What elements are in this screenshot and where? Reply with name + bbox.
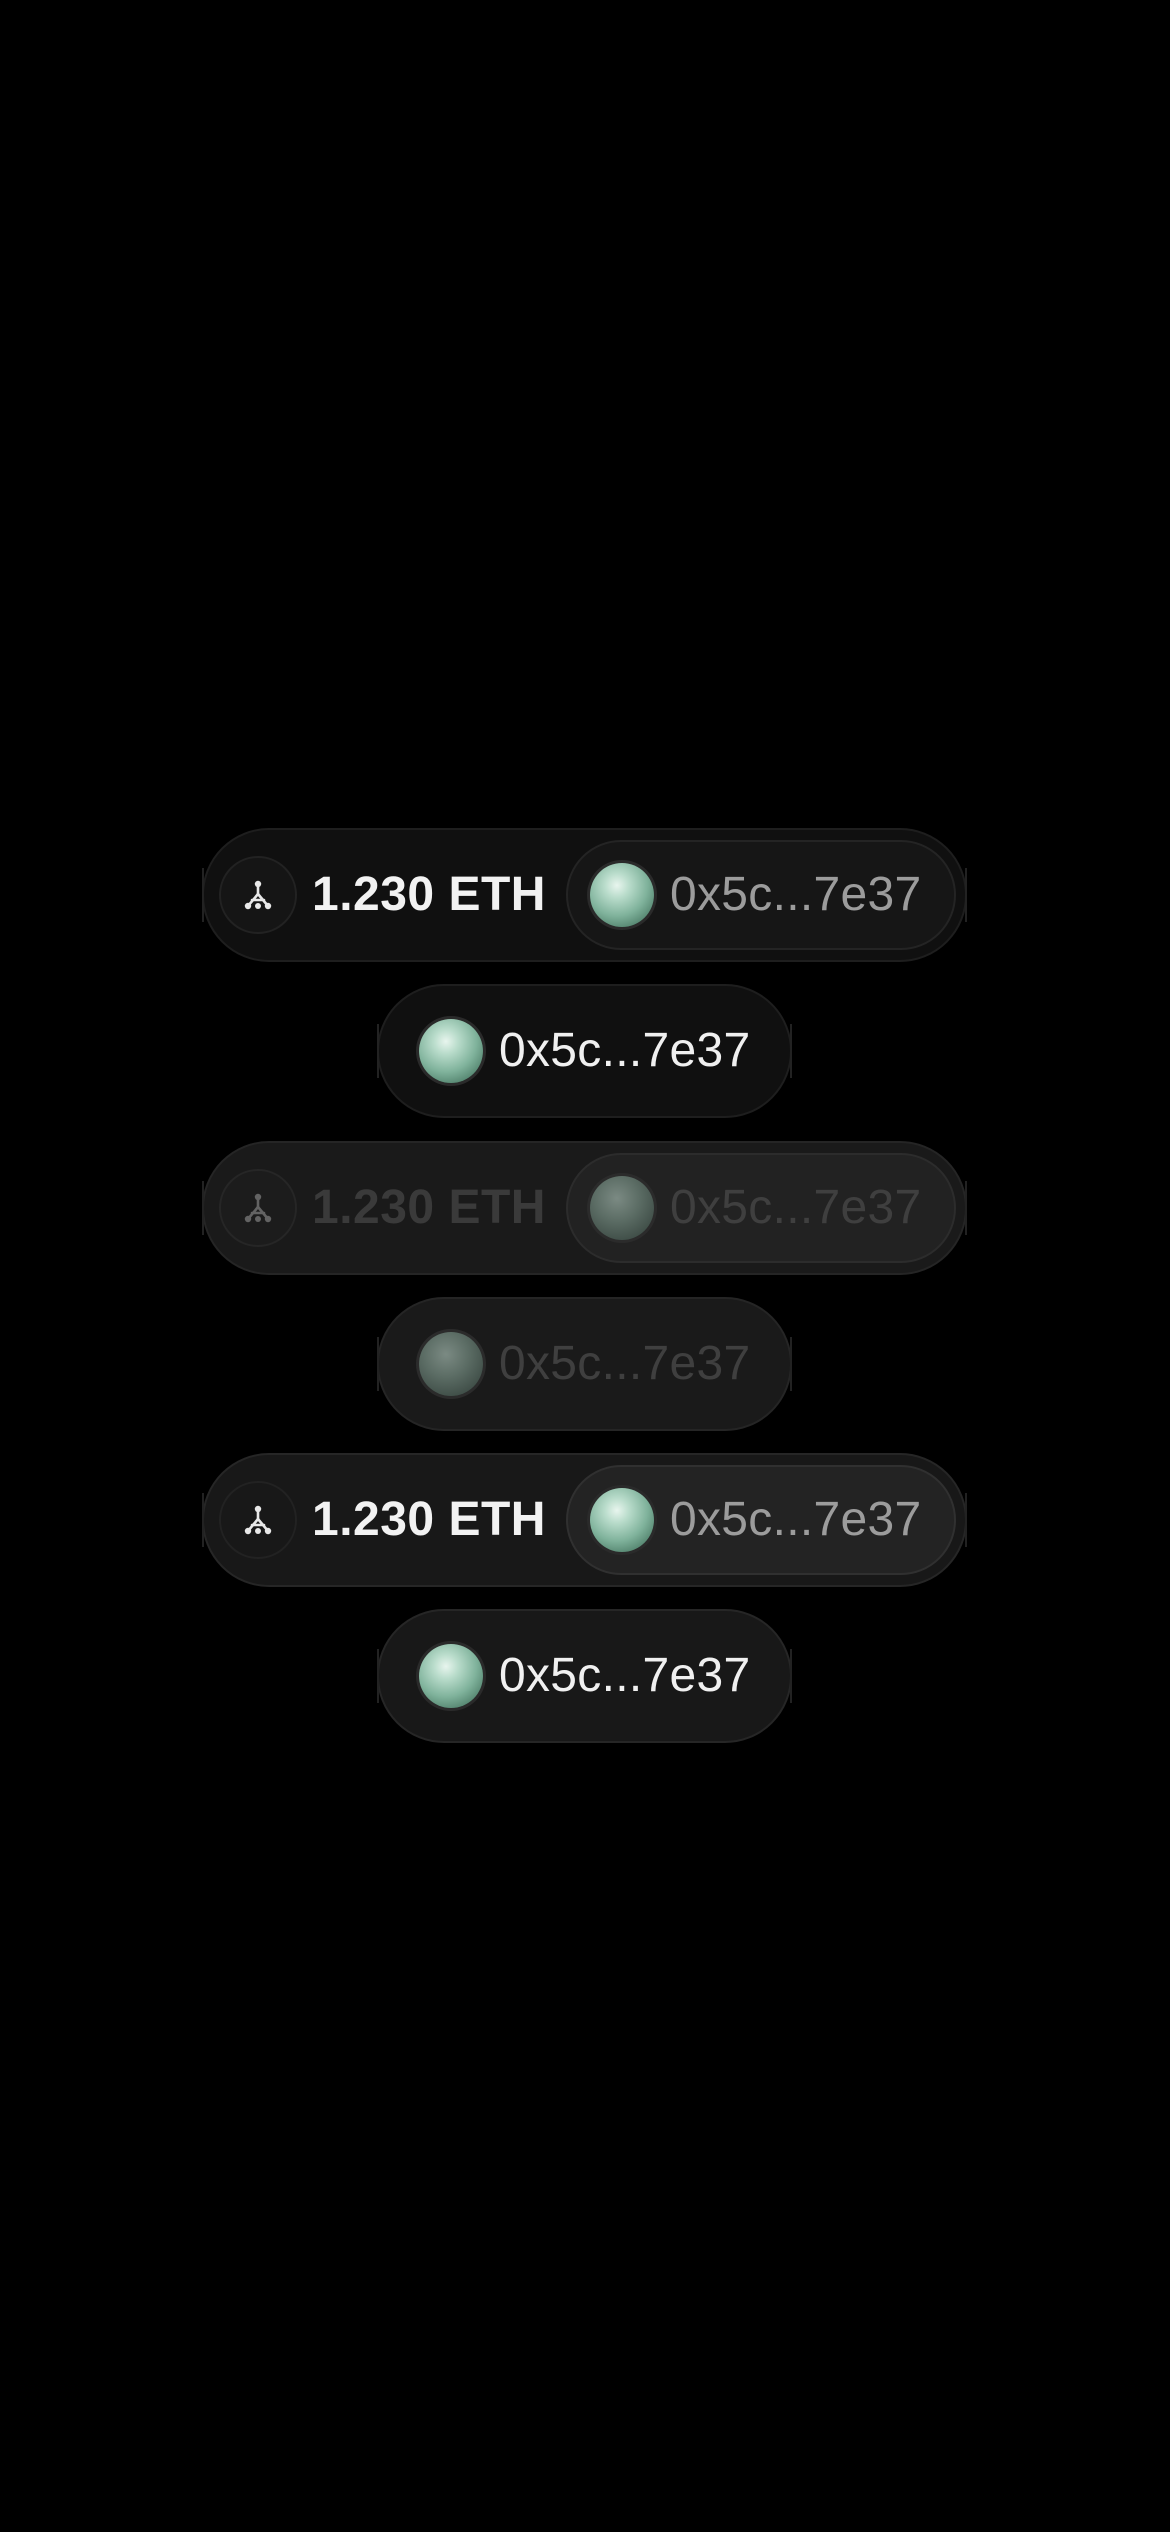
address-pill-hover[interactable]: 0x5c...7e37 bbox=[377, 1609, 792, 1743]
wallet-widget-states: 1.230 ETH 0x5c...7e37 0x5c...7e37 1.230 … bbox=[0, 0, 1170, 2532]
eth-network-icon bbox=[219, 1169, 297, 1247]
wallet-address: 0x5c...7e37 bbox=[499, 1337, 751, 1390]
eth-network-icon bbox=[219, 856, 297, 934]
address-pill-disabled: 0x5c...7e37 bbox=[377, 1297, 792, 1431]
wallet-avatar bbox=[419, 1332, 483, 1396]
wallet-avatar bbox=[590, 1488, 654, 1552]
wallet-address: 0x5c...7e37 bbox=[670, 868, 922, 921]
wallet-avatar bbox=[590, 1176, 654, 1240]
wallet-avatar bbox=[590, 863, 654, 927]
address-chip[interactable]: 0x5c...7e37 bbox=[566, 840, 956, 950]
wallet-pill-default[interactable]: 1.230 ETH 0x5c...7e37 bbox=[202, 828, 967, 962]
wallet-address: 0x5c...7e37 bbox=[499, 1649, 751, 1702]
wallet-pill-disabled: 1.230 ETH 0x5c...7e37 bbox=[202, 1141, 967, 1275]
wallet-address: 0x5c...7e37 bbox=[670, 1493, 922, 1546]
wallet-pill-hover[interactable]: 1.230 ETH 0x5c...7e37 bbox=[202, 1453, 967, 1587]
eth-balance: 1.230 ETH bbox=[312, 1181, 546, 1234]
address-chip[interactable]: 0x5c...7e37 bbox=[566, 1465, 956, 1575]
eth-balance: 1.230 ETH bbox=[312, 868, 546, 921]
wallet-address: 0x5c...7e37 bbox=[670, 1181, 922, 1234]
wallet-avatar bbox=[419, 1644, 483, 1708]
address-chip: 0x5c...7e37 bbox=[566, 1153, 956, 1263]
wallet-avatar bbox=[419, 1019, 483, 1083]
wallet-address: 0x5c...7e37 bbox=[499, 1024, 751, 1077]
eth-network-icon bbox=[219, 1481, 297, 1559]
address-pill-default[interactable]: 0x5c...7e37 bbox=[377, 984, 792, 1118]
eth-balance: 1.230 ETH bbox=[312, 1493, 546, 1546]
